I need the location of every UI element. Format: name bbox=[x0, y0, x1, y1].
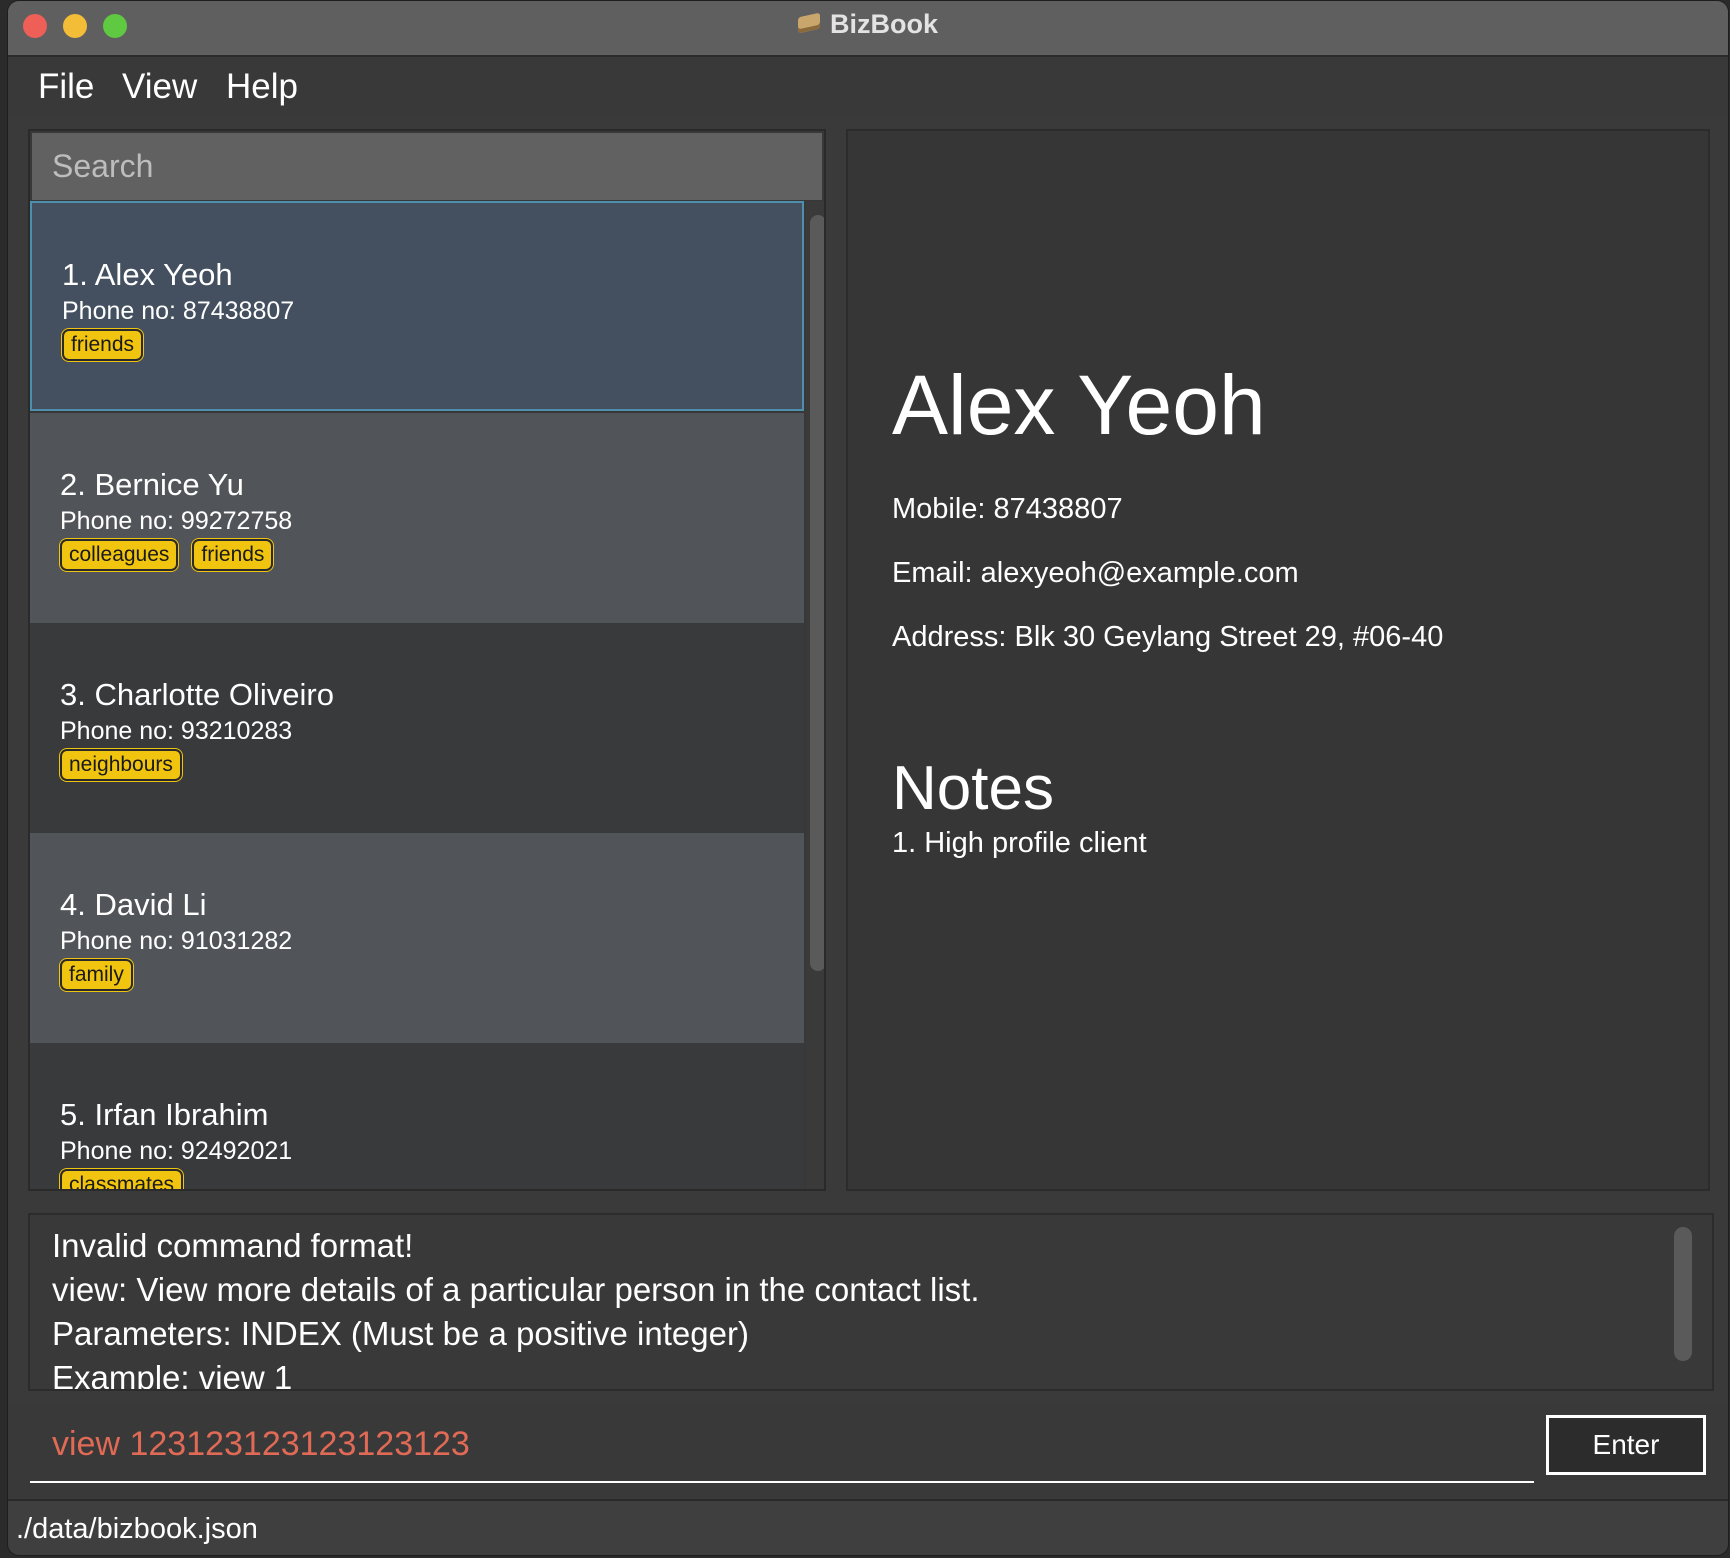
menu-bar: File View Help bbox=[8, 57, 1728, 117]
person-card[interactable]: 1. Alex Yeoh Phone no: 87438807 friends bbox=[30, 201, 804, 411]
result-line: Invalid command format! bbox=[52, 1227, 414, 1264]
command-bar: view 123123123123123123 Enter bbox=[8, 1403, 1728, 1497]
search-input[interactable]: Search bbox=[32, 133, 822, 200]
result-line: Example: view 1 bbox=[52, 1359, 293, 1391]
app-window: BizBook File View Help Search 1. Alex Ye… bbox=[7, 0, 1729, 1556]
detail-address: Address: Blk 30 Geylang Street 29, #06-4… bbox=[892, 621, 1444, 653]
status-bar: ./data/bizbook.json bbox=[8, 1499, 1728, 1555]
person-phone: Phone no: 99272758 bbox=[60, 507, 293, 535]
person-list-panel: Search 1. Alex Yeoh Phone no: 87438807 f… bbox=[28, 129, 826, 1191]
tag-badge: friends bbox=[62, 329, 144, 361]
detail-mobile: Mobile: 87438807 bbox=[892, 493, 1123, 525]
tag-badge: friends bbox=[192, 539, 274, 571]
window-title: BizBook bbox=[8, 9, 1728, 40]
result-line: Parameters: INDEX (Must be a positive in… bbox=[52, 1315, 749, 1352]
person-phone: Phone no: 92492021 bbox=[60, 1137, 293, 1165]
title-bar: BizBook bbox=[8, 1, 1728, 57]
menu-view[interactable]: View bbox=[122, 67, 197, 107]
detail-name: Alex Yeoh bbox=[892, 358, 1266, 452]
notes-heading: Notes bbox=[892, 754, 1054, 823]
tag-list: classmates bbox=[60, 1169, 197, 1189]
person-name: 1. Alex Yeoh bbox=[62, 257, 233, 292]
tag-badge: classmates bbox=[60, 1169, 184, 1189]
person-name: 4. David Li bbox=[60, 887, 207, 922]
person-phone: Phone no: 91031282 bbox=[60, 927, 293, 955]
enter-button[interactable]: Enter bbox=[1546, 1415, 1706, 1475]
tag-badge: family bbox=[60, 959, 133, 991]
save-location-path: ./data/bizbook.json bbox=[16, 1513, 258, 1545]
tag-list: friends bbox=[62, 329, 157, 361]
person-name: 3. Charlotte Oliveiro bbox=[60, 677, 334, 712]
person-detail-panel: Alex Yeoh Mobile: 87438807 Email: alexye… bbox=[846, 129, 1710, 1191]
window-title-text: BizBook bbox=[830, 9, 938, 39]
person-card[interactable]: 3. Charlotte Oliveiro Phone no: 93210283… bbox=[30, 623, 804, 833]
person-name: 5. Irfan Ibrahim bbox=[60, 1097, 269, 1132]
person-card[interactable]: 2. Bernice Yu Phone no: 99272758 colleag… bbox=[30, 413, 804, 623]
person-phone: Phone no: 87438807 bbox=[62, 297, 295, 325]
command-input[interactable]: view 123123123123123123 bbox=[30, 1413, 1534, 1483]
person-phone: Phone no: 93210283 bbox=[60, 717, 293, 745]
person-name: 2. Bernice Yu bbox=[60, 467, 244, 502]
result-line: view: View more details of a particular … bbox=[52, 1271, 980, 1308]
tag-list: colleagues friends bbox=[60, 539, 287, 571]
result-display[interactable]: Invalid command format! view: View more … bbox=[28, 1213, 1714, 1391]
command-text: view 123123123123123123 bbox=[52, 1425, 470, 1463]
tag-badge: neighbours bbox=[60, 749, 182, 781]
tag-list: family bbox=[60, 959, 147, 991]
note-item: 1. High profile client bbox=[892, 827, 1147, 859]
menu-file[interactable]: File bbox=[38, 67, 94, 107]
tag-list: neighbours bbox=[60, 749, 196, 781]
person-list[interactable]: 1. Alex Yeoh Phone no: 87438807 friends … bbox=[30, 201, 804, 1189]
app-book-icon bbox=[798, 12, 820, 34]
detail-email: Email: alexyeoh@example.com bbox=[892, 557, 1299, 589]
list-scrollbar-thumb[interactable] bbox=[810, 215, 824, 971]
menu-help[interactable]: Help bbox=[226, 67, 298, 107]
result-scrollbar-thumb[interactable] bbox=[1674, 1227, 1692, 1361]
list-scrollbar[interactable] bbox=[806, 201, 824, 1189]
tag-badge: colleagues bbox=[60, 539, 179, 571]
person-card[interactable]: 5. Irfan Ibrahim Phone no: 92492021 clas… bbox=[30, 1043, 804, 1189]
person-card[interactable]: 4. David Li Phone no: 91031282 family bbox=[30, 833, 804, 1043]
